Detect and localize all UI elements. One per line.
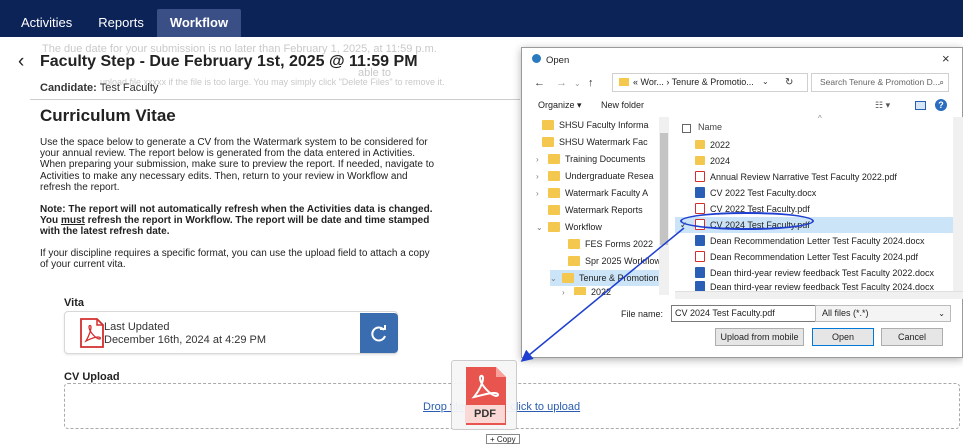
drag-arrow-annotation (520, 227, 685, 362)
